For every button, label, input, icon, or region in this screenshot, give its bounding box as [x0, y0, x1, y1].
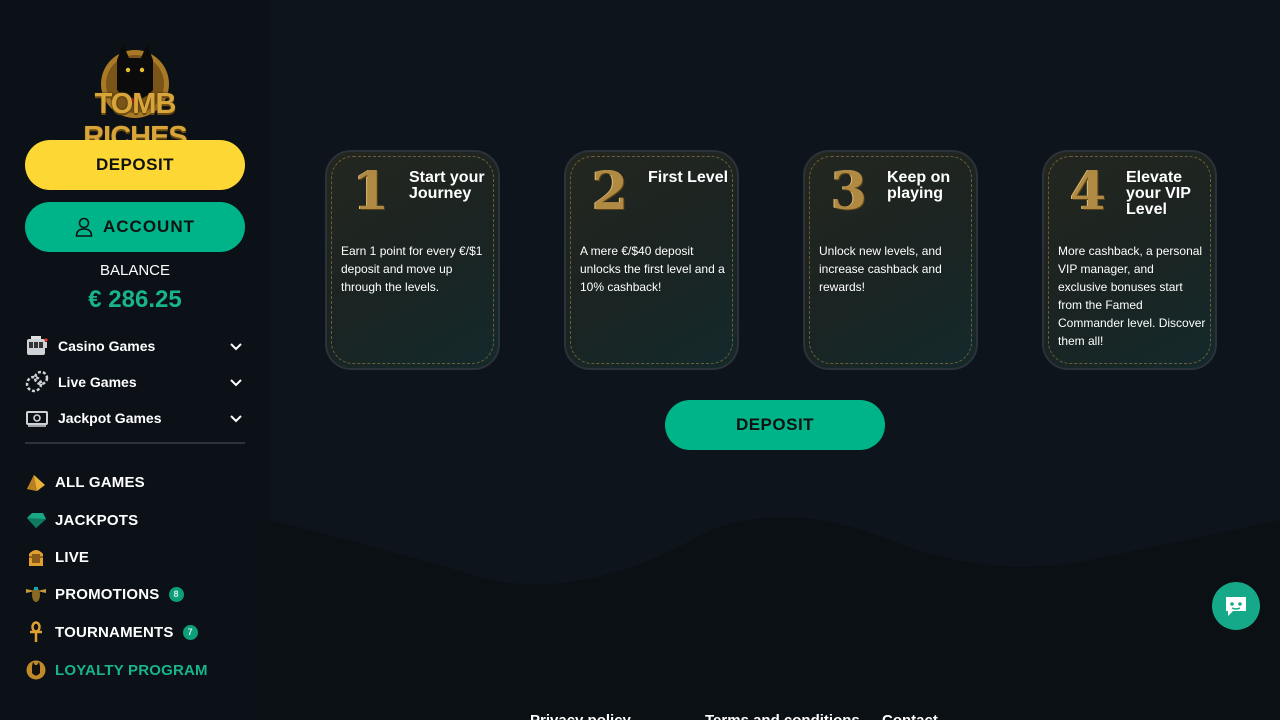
chevron-down-icon[interactable]: [229, 375, 243, 389]
nav-tournaments[interactable]: TOURNAMENTS 7: [25, 619, 198, 645]
tournaments-count-badge: 7: [182, 624, 198, 640]
nav-jackpots[interactable]: JACKPOTS: [25, 507, 138, 533]
step-number-glyph: 3: [830, 161, 868, 222]
step-title: First Level: [648, 169, 729, 186]
loyalty-step-card: 4 Elevate your VIP Level More cashback, …: [1042, 150, 1217, 370]
footer-link-privacy[interactable]: Privacy policy: [530, 712, 631, 720]
loyalty-step-card: 1 Start your Journey Earn 1 point for ev…: [325, 150, 500, 370]
sidebar-deposit-button[interactable]: DEPOSIT: [25, 140, 245, 190]
step-title: Start your Journey: [409, 169, 485, 202]
step-description: More cashback, a personal VIP manager, a…: [1058, 244, 1206, 348]
nav-label: PROMOTIONS: [55, 585, 160, 603]
emerald-gem-icon: [25, 509, 47, 531]
promotions-count-badge: 8: [168, 586, 184, 602]
loyalty-step-card: 2 First Level A mere €/$40 deposit unloc…: [564, 150, 739, 370]
gold-pyramid-icon: [25, 471, 47, 493]
pharaoh-icon: [25, 546, 47, 568]
nav-label: JACKPOTS: [55, 511, 139, 529]
step-description: A mere €/$40 deposit unlocks the first l…: [580, 244, 725, 294]
account-button[interactable]: ACCOUNT: [25, 202, 245, 252]
nav-label: LIVE: [55, 548, 90, 566]
category-label: Casino Games: [58, 338, 156, 354]
loyalty-step-card: 3 Keep on playing Unlock new levels, and…: [803, 150, 978, 370]
step-title: Keep on playing: [887, 169, 951, 202]
category-live-games[interactable]: Live Games: [25, 369, 245, 395]
category-label: Live Games: [58, 374, 137, 390]
user-icon: [75, 217, 93, 237]
account-button-label: ACCOUNT: [103, 217, 195, 236]
nav-label: LOYALTY PROGRAM: [55, 661, 208, 679]
category-casino-games[interactable]: Casino Games: [25, 333, 245, 359]
nav-label: TOURNAMENTS: [55, 623, 174, 641]
chevron-down-icon[interactable]: [229, 411, 243, 425]
step-number-glyph: 4: [1069, 161, 1107, 222]
chat-bot-icon: [1226, 597, 1246, 616]
nav-label: ALL GAMES: [55, 473, 145, 491]
nav-loyalty-program[interactable]: LOYALTY PROGRAM: [25, 657, 208, 683]
nav-live[interactable]: LIVE: [25, 544, 89, 570]
live-chat-button[interactable]: [1212, 582, 1260, 630]
footer-link-contact[interactable]: Contact: [882, 712, 938, 720]
scarab-icon: [25, 583, 47, 605]
step-description: Earn 1 point for every €/$1 deposit and …: [341, 244, 483, 294]
tomb-riches-logo[interactable]: TOMB RICHES: [55, 40, 215, 153]
nav-all-games[interactable]: ALL GAMES: [25, 469, 145, 495]
step-number-glyph: 2: [591, 161, 629, 222]
balance-label: BALANCE: [99, 262, 171, 279]
step-number-glyph: 1: [352, 161, 390, 222]
slot-machine-icon: [25, 334, 49, 358]
main-content: 1 Start your Journey Earn 1 point for ev…: [270, 0, 1280, 720]
category-jackpot-games[interactable]: Jackpot Games: [25, 405, 245, 431]
sidebar: TOMB RICHES DEPOSIT ACCOUNT BALANCE € 28…: [0, 0, 270, 720]
loyalty-deposit-button[interactable]: DEPOSIT: [665, 400, 885, 450]
ankh-icon: [25, 621, 47, 643]
background-wave: [270, 517, 1280, 720]
chevron-down-icon[interactable]: [229, 339, 243, 353]
category-label: Jackpot Games: [58, 410, 162, 426]
sidebar-divider: [25, 442, 245, 444]
footer-link-terms[interactable]: Terms and conditions: [705, 712, 860, 720]
cat-medallion-icon: [25, 659, 47, 681]
step-description: Unlock new levels, and increase cashback…: [819, 244, 942, 294]
cash-icon: [25, 406, 49, 430]
nav-promotions[interactable]: PROMOTIONS 8: [25, 581, 184, 607]
poker-chips-icon: [25, 370, 49, 394]
step-title: Elevate your VIP Level: [1126, 169, 1191, 218]
balance-value: € 286.25: [88, 286, 182, 313]
